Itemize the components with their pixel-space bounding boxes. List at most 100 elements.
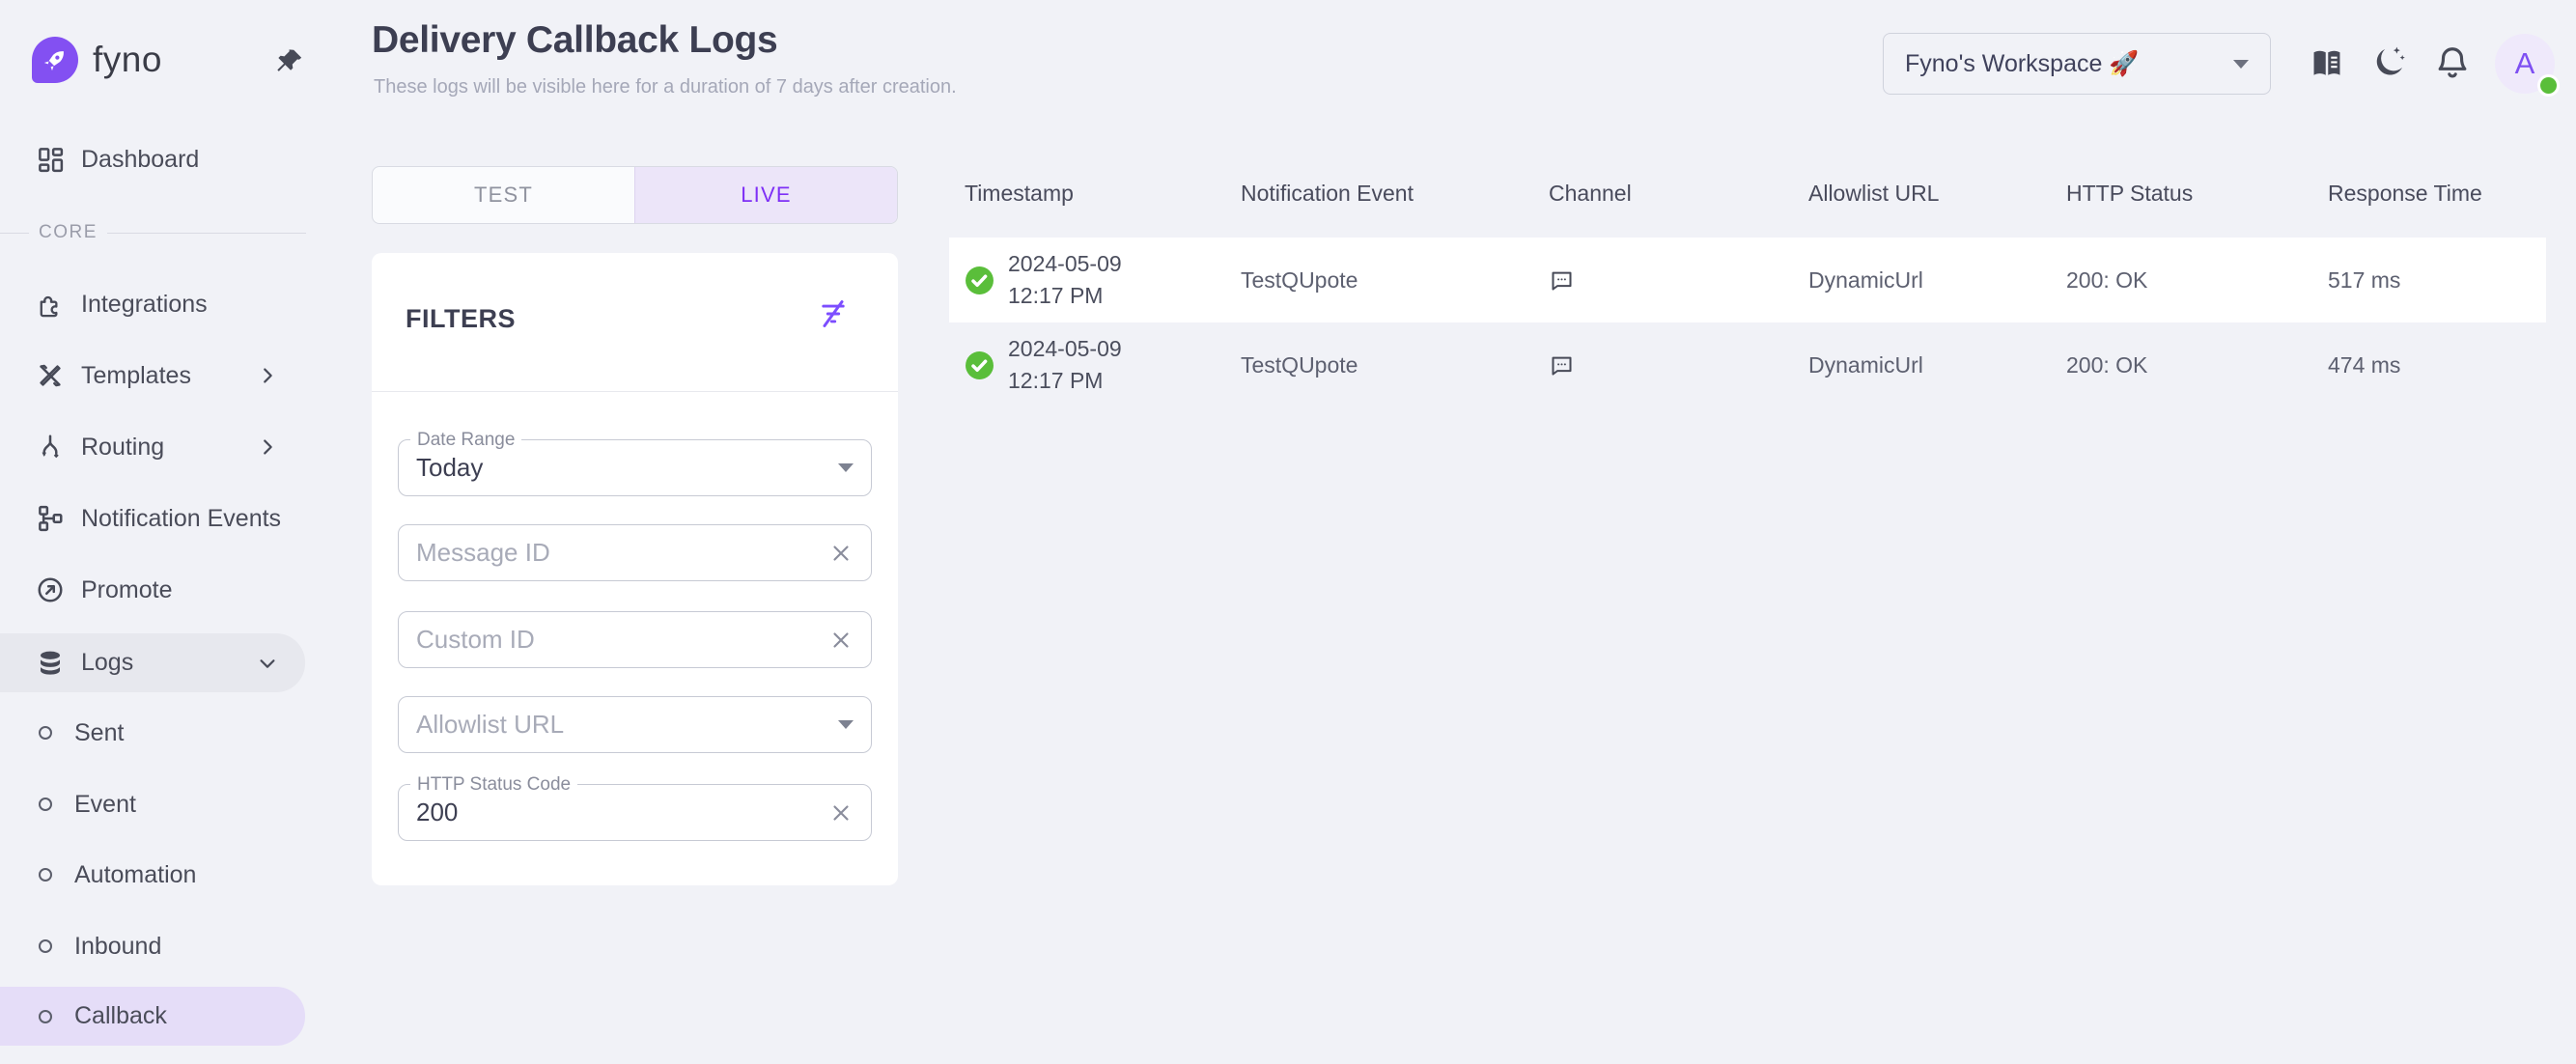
arrow-up-right-circle-icon — [36, 575, 65, 604]
avatar-initial: A — [2515, 46, 2535, 81]
brand-name: fyno — [93, 40, 162, 80]
environment-tabs: TEST LIVE — [372, 166, 898, 224]
sidebar-item-label: Promote — [81, 576, 172, 604]
brand-logo[interactable]: fyno — [32, 37, 162, 83]
clear-x-icon[interactable] — [828, 541, 854, 566]
sidebar-item-label: Routing — [81, 434, 164, 462]
filter-off-icon[interactable] — [817, 297, 850, 330]
check-circle-icon — [965, 350, 994, 380]
page-title: Delivery Callback Logs — [372, 19, 777, 62]
sidebar-item-label: Event — [74, 791, 136, 819]
timestamp-time: 12:17 PM — [1008, 368, 1103, 393]
chevron-down-icon — [257, 653, 278, 674]
date-range-select[interactable]: Date Range Today — [398, 439, 872, 496]
column-header-http-status: HTTP Status — [2066, 174, 2193, 212]
sidebar-item-routing[interactable]: Routing — [0, 423, 305, 471]
chevron-right-icon — [257, 436, 278, 458]
puzzle-icon — [36, 290, 65, 319]
http-status-cell: 200: OK — [2066, 238, 2147, 322]
sidebar-item-logs[interactable]: Logs — [0, 633, 305, 692]
message-id-input[interactable] — [416, 538, 793, 568]
rocket-icon — [32, 37, 78, 83]
column-header-response-time: Response Time — [2328, 174, 2482, 212]
bullet-circle-icon — [39, 726, 52, 740]
sidebar-item-promote[interactable]: Promote — [0, 566, 305, 614]
bullet-circle-icon — [39, 939, 52, 953]
sidebar-item-sent[interactable]: Sent — [0, 709, 305, 757]
dark-mode-moon-icon[interactable] — [2370, 43, 2409, 82]
timestamp-cell: 2024-05-09 12:17 PM — [965, 322, 1122, 407]
sidebar-item-label: Automation — [74, 861, 196, 889]
tab-live[interactable]: LIVE — [634, 167, 897, 223]
timestamp-date: 2024-05-09 — [1008, 336, 1122, 361]
bullet-circle-icon — [39, 1010, 52, 1023]
sidebar-item-dashboard[interactable]: Dashboard — [0, 135, 305, 183]
notifications-bell-icon[interactable] — [2434, 44, 2471, 81]
database-icon — [36, 649, 65, 678]
chevron-down-icon — [2233, 60, 2249, 69]
sidebar-item-label: Dashboard — [81, 146, 199, 174]
column-header-allowlist-url: Allowlist URL — [1808, 174, 1939, 212]
sidebar-item-integrations[interactable]: Integrations — [0, 280, 305, 328]
table-row[interactable]: 2024-05-09 12:17 PM TestQUpote DynamicUr… — [949, 322, 2546, 407]
http-status-code-input[interactable] — [416, 798, 793, 827]
sidebar-item-label: Notification Events — [81, 505, 281, 533]
sidebar-item-event[interactable]: Event — [0, 780, 305, 828]
check-circle-icon — [965, 266, 994, 295]
custom-id-field — [398, 611, 872, 668]
bullet-circle-icon — [39, 798, 52, 811]
pin-icon[interactable] — [271, 45, 306, 80]
tab-test[interactable]: TEST — [373, 167, 634, 223]
notification-event-cell: TestQUpote — [1241, 322, 1358, 407]
clear-x-icon[interactable] — [828, 800, 854, 826]
chat-bubble-icon — [1549, 322, 1575, 407]
sidebar: fyno Dashboard CORE Integrations — [0, 0, 306, 1064]
table-header: Timestamp Notification Event Channel All… — [949, 174, 2546, 212]
sidebar-item-automation[interactable]: Automation — [0, 851, 305, 899]
workflow-icon — [36, 504, 65, 533]
sidebar-item-label: Templates — [81, 362, 191, 390]
http-status-cell: 200: OK — [2066, 322, 2147, 407]
sidebar-item-label: Logs — [81, 649, 133, 677]
sidebar-item-templates[interactable]: Templates — [0, 351, 305, 400]
sidebar-item-label: Inbound — [74, 933, 161, 961]
date-range-label: Date Range — [410, 430, 521, 451]
sidebar-section-core: CORE — [0, 223, 306, 242]
column-header-notification-event: Notification Event — [1241, 174, 1414, 212]
sidebar-item-inbound[interactable]: Inbound — [0, 922, 305, 970]
chevron-down-icon[interactable] — [838, 463, 854, 472]
custom-id-input[interactable] — [416, 625, 793, 655]
filters-panel: FILTERS Date Range Today Allowlist URL H… — [372, 253, 898, 885]
split-icon — [36, 433, 65, 462]
page-subtitle: These logs will be visible here for a du… — [374, 76, 957, 98]
response-time-cell: 474 ms — [2328, 322, 2400, 407]
filters-heading: FILTERS — [406, 304, 516, 334]
sidebar-item-label: Integrations — [81, 291, 208, 319]
response-time-cell: 517 ms — [2328, 238, 2400, 322]
allowlist-url-cell: DynamicUrl — [1808, 238, 1923, 322]
sidebar-item-callback[interactable]: Callback — [0, 987, 305, 1046]
chat-bubble-icon — [1549, 238, 1575, 322]
timestamp-time: 12:17 PM — [1008, 283, 1103, 308]
docs-book-icon[interactable] — [2309, 45, 2345, 82]
chevron-right-icon — [257, 365, 278, 386]
allowlist-url-select[interactable]: Allowlist URL — [398, 696, 872, 753]
chevron-down-icon[interactable] — [838, 720, 854, 729]
table-row[interactable]: 2024-05-09 12:17 PM TestQUpote DynamicUr… — [949, 238, 2546, 322]
column-header-timestamp: Timestamp — [965, 174, 1074, 212]
clear-x-icon[interactable] — [828, 628, 854, 653]
message-id-field — [398, 524, 872, 581]
section-label: CORE — [39, 222, 98, 243]
timestamp-date: 2024-05-09 — [1008, 251, 1122, 276]
bullet-circle-icon — [39, 868, 52, 882]
timestamp-cell: 2024-05-09 12:17 PM — [965, 238, 1122, 322]
online-status-dot — [2537, 74, 2560, 97]
http-status-code-field: HTTP Status Code — [398, 784, 872, 841]
workspace-name: Fyno's Workspace 🚀 — [1905, 50, 2139, 78]
workspace-selector[interactable]: Fyno's Workspace 🚀 — [1883, 33, 2271, 95]
sidebar-item-notification-events[interactable]: Notification Events — [0, 494, 305, 543]
date-range-value: Today — [416, 453, 483, 483]
tools-cross-icon — [36, 361, 65, 390]
sidebar-item-label: Sent — [74, 719, 124, 747]
dashboard-icon — [36, 145, 65, 174]
